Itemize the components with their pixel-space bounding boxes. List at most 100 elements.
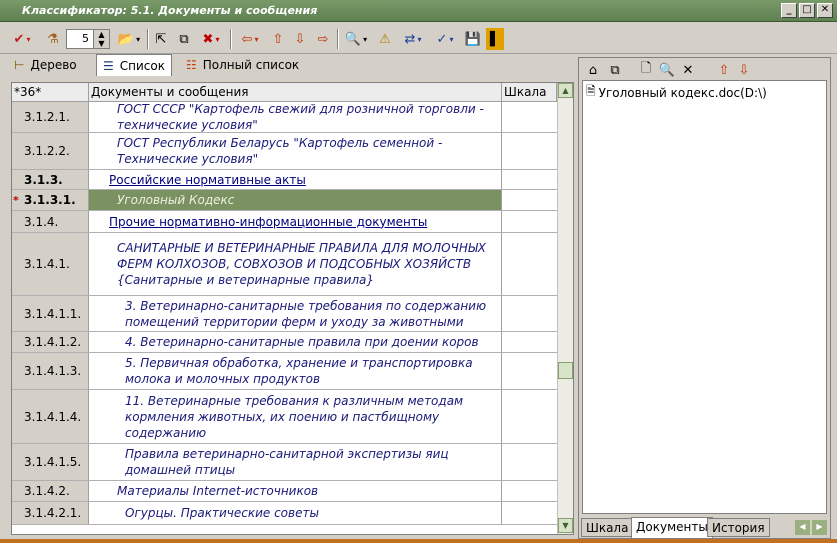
right-panel: ⌂ ⧉ 🗋 🔍 ✕ ⇧ ⇩ 🗎 Уголовный кодекс.doc(D:\… (578, 57, 831, 539)
row-document-title[interactable]: Огурцы. Практические советы (89, 502, 502, 524)
document-icon: 🗎 (586, 84, 596, 98)
row-scale (502, 296, 557, 331)
move-down-icon[interactable]: ⇩ (735, 59, 753, 81)
right-tabs: Шкала Документы История ◀ ▶ (579, 517, 830, 539)
filter-icon[interactable]: ⚗ (42, 28, 64, 50)
column-header-documents[interactable]: Документы и сообщения (89, 83, 502, 101)
arrow-down-icon[interactable]: ⇩ (290, 28, 310, 50)
scroll-up-icon[interactable]: ▲ (558, 83, 573, 98)
right-toolbar: ⌂ ⧉ 🗋 🔍 ✕ ⇧ ⇩ (579, 58, 830, 80)
tab-list[interactable]: ☰ Список (96, 54, 172, 76)
tab-history[interactable]: История (707, 518, 770, 537)
table-row[interactable]: * 3.1.3.1. Уголовный Кодекс (12, 190, 557, 211)
row-document-title[interactable]: 3. Ветеринарно-санитарные требования по … (89, 296, 502, 331)
documents-list: 🗎 Уголовный кодекс.doc(D:\) (582, 80, 827, 514)
scroll-down-icon[interactable]: ▼ (558, 518, 573, 533)
full-list-icon: ☷ (186, 58, 197, 72)
row-document-title[interactable]: Правила ветеринарно-санитарной экспертиз… (89, 444, 502, 480)
minimize-button[interactable]: _ (781, 3, 797, 18)
table-row[interactable]: 3.1.4.2. Материалы Internet-источников (12, 481, 557, 502)
arrow-right-icon[interactable]: ⇨ (313, 28, 333, 50)
row-code: 3.1.4.2. (12, 481, 89, 501)
row-code: 3.1.4.1. (12, 233, 89, 295)
vertical-scrollbar[interactable]: ▲ ▼ (557, 83, 573, 534)
row-code-text: 3.1.4.1.4. (24, 409, 82, 424)
arrow-left-icon[interactable]: ⇦ ▾ (236, 28, 264, 50)
checkmark-icon[interactable]: ✔ ▾ (8, 28, 36, 50)
preview-icon[interactable]: 🔍 ▾ (341, 28, 371, 50)
level-stepper[interactable]: 5 ▲ ▼ (66, 29, 110, 49)
row-document-title[interactable]: САНИТАРНЫЕ И ВЕТЕРИНАРНЫЕ ПРАВИЛА ДЛЯ МО… (89, 233, 502, 295)
table-row[interactable]: 3.1.4.1.4. 11. Ветеринарные требования к … (12, 390, 557, 444)
row-scale (502, 233, 557, 295)
copy-icon[interactable]: ⧉ (174, 28, 194, 50)
table-row[interactable]: 3.1.4.1.2. 4. Ветеринарно-санитарные прав… (12, 332, 557, 353)
home-folder-icon[interactable]: ⌂ (583, 59, 603, 81)
table-row[interactable]: 3.1.4. Прочие нормативно-информационные д… (12, 211, 557, 233)
row-scale (502, 481, 557, 501)
tab-documents[interactable]: Документы (631, 517, 713, 538)
spellcheck-icon[interactable]: ✓ ▾ (430, 28, 460, 50)
new-document-icon[interactable]: 🗋 (637, 59, 655, 81)
stepper-arrows-icon[interactable]: ▲ ▼ (93, 30, 109, 48)
tab-tree[interactable]: ⊢ Дерево (8, 54, 83, 76)
open-folder-icon[interactable]: 📂 ▾ (114, 28, 144, 50)
row-document-title[interactable]: 11. Ветеринарные требования к различным … (89, 390, 502, 443)
save-icon[interactable]: 💾 (463, 28, 483, 50)
table-row[interactable]: 3.1.4.1.1. 3. Ветеринарно-санитарные треб… (12, 296, 557, 332)
tab-scroll-right-icon[interactable]: ▶ (812, 520, 827, 535)
book-icon[interactable]: ▌ (486, 28, 504, 50)
delete-icon[interactable]: ✖ ▾ (197, 28, 225, 50)
row-document-title[interactable]: Российские нормативные акты (89, 170, 502, 189)
grid-rows: 3.1.2.1. ГОСТ СССР "Картофель свежий для … (12, 102, 557, 525)
row-code: * 3.1.3.1. (12, 190, 89, 210)
list-item[interactable]: 🗎 Уголовный кодекс.doc(D:\) (583, 81, 826, 104)
tab-scroll-left-icon[interactable]: ◀ (795, 520, 810, 535)
row-code-text: 3.1.2.2. (24, 144, 70, 158)
grid-header: *36* Документы и сообщения Шкала (12, 83, 557, 102)
table-row[interactable]: 3.1.3. Российские нормативные акты (12, 170, 557, 190)
row-scale (502, 211, 557, 232)
scroll-thumb[interactable] (558, 362, 573, 379)
row-document-title[interactable]: 4. Ветеринарно-санитарные правила при до… (89, 332, 502, 352)
table-row[interactable]: 3.1.4.2.1. Огурцы. Практические советы (12, 502, 557, 525)
row-document-title[interactable]: Материалы Internet-источников (89, 481, 502, 501)
list-icon: ☰ (103, 58, 114, 73)
tab-label: Список (119, 58, 165, 73)
row-code: 3.1.4.1.5. (12, 444, 89, 480)
column-header-scale[interactable]: Шкала (502, 83, 557, 101)
row-code: 3.1.4.1.3. (12, 353, 89, 389)
row-document-title[interactable]: Уголовный Кодекс (89, 190, 502, 210)
tab-scale[interactable]: Шкала (581, 518, 634, 537)
view-document-icon[interactable]: 🔍 (657, 59, 677, 81)
row-code-text: 3.1.4.1.3. (24, 364, 82, 378)
table-row[interactable]: 3.1.4.1. САНИТАРНЫЕ И ВЕТЕРИНАРНЫЕ ПРАВИЛ… (12, 233, 557, 296)
arrow-up-icon[interactable]: ⇧ (268, 28, 288, 50)
move-up-icon[interactable]: ⇧ (715, 59, 733, 81)
document-name: Уголовный кодекс.doc(D:\) (598, 85, 767, 100)
tab-full-list[interactable]: ☷ Полный список (180, 54, 305, 76)
tab-label: Дерево (30, 58, 77, 72)
windows-icon[interactable]: ⧉ (605, 59, 625, 81)
row-code: 3.1.4.1.2. (12, 332, 89, 352)
row-document-title[interactable]: Прочие нормативно-информационные докумен… (89, 211, 502, 232)
row-scale (502, 353, 557, 389)
column-header-code[interactable]: *36* (12, 83, 89, 101)
row-scale (502, 502, 557, 524)
export-icon[interactable]: ⇄ ▾ (399, 28, 427, 50)
row-scale (502, 444, 557, 480)
row-document-title[interactable]: ГОСТ Республики Беларусь "Картофель семе… (89, 133, 502, 169)
table-row[interactable]: 3.1.4.1.3. 5. Первичная обработка, хранен… (12, 353, 557, 390)
remove-icon[interactable]: ✕ (679, 59, 697, 81)
warning-icon[interactable]: ⚠ (374, 28, 396, 50)
table-row[interactable]: 3.1.2.1. ГОСТ СССР "Картофель свежий для … (12, 102, 557, 133)
table-row[interactable]: 3.1.2.2. ГОСТ Республики Беларусь "Картоф… (12, 133, 557, 170)
row-scale (502, 332, 557, 352)
row-scale (502, 102, 557, 132)
close-button[interactable]: ✕ (817, 3, 833, 18)
maximize-button[interactable]: □ (799, 3, 815, 18)
table-row[interactable]: 3.1.4.1.5. Правила ветеринарно-санитарной… (12, 444, 557, 481)
move-icon[interactable]: ⇱ (151, 28, 171, 50)
row-document-title[interactable]: ГОСТ СССР "Картофель свежий для рознично… (89, 102, 502, 132)
row-document-title[interactable]: 5. Первичная обработка, хранение и транс… (89, 353, 502, 389)
